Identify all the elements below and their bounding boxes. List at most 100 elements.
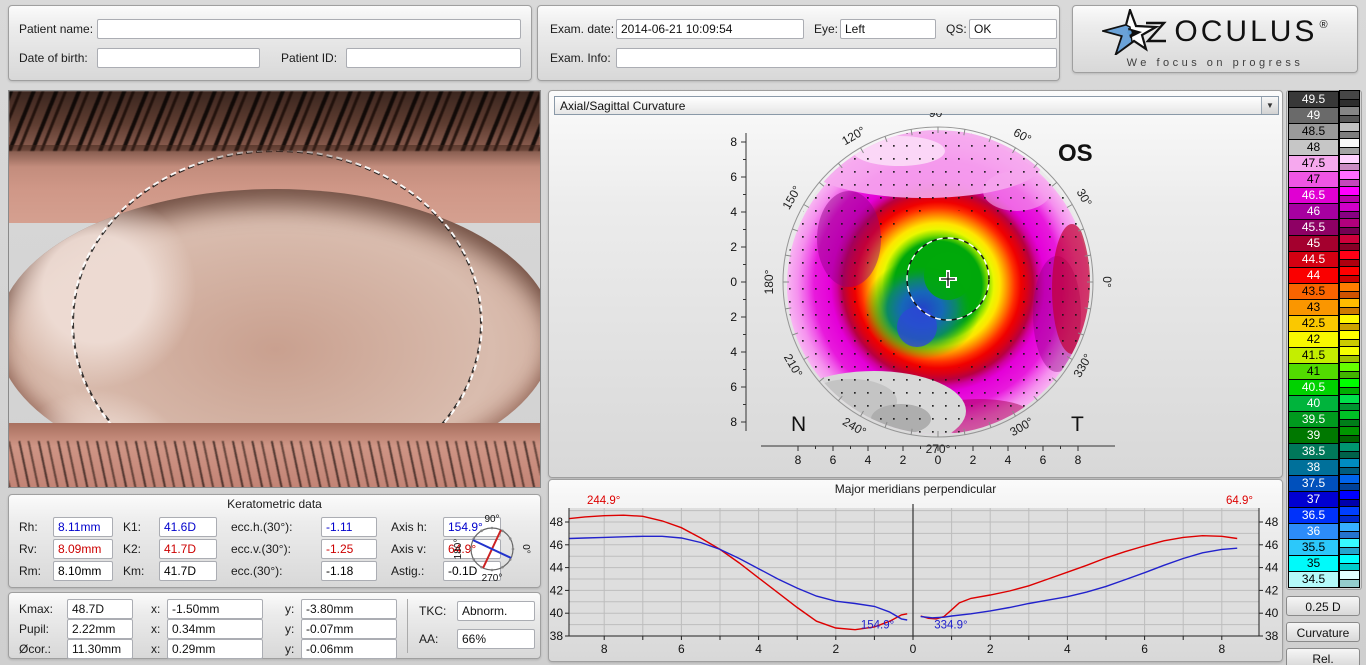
map-x-tick-label: 4 — [1005, 453, 1012, 467]
kerato-value-km[interactable] — [159, 561, 217, 581]
extra-x-value[interactable] — [167, 619, 263, 639]
extra-value[interactable] — [67, 639, 133, 659]
scale-value: 43 — [1288, 299, 1339, 316]
extra-label: Kmax: — [19, 602, 53, 616]
kerato-value-rh[interactable] — [53, 517, 113, 537]
extra-label: Øcor.: — [19, 642, 51, 656]
scale-value: 35.5 — [1288, 539, 1339, 556]
meridian-y-tick-label: 44 — [550, 561, 564, 575]
kerato-value-rm[interactable] — [53, 561, 113, 581]
side-value-aa[interactable] — [457, 629, 535, 649]
scale-value: 34.5 — [1288, 571, 1339, 588]
meridian-y-tick-label: 44 — [1265, 561, 1279, 575]
exam-info-box: Exam. date: Eye: QS: Exam. Info: — [537, 5, 1060, 81]
meridian-axis-annotation: 334.9° — [934, 620, 967, 632]
date-of-birth-input[interactable] — [97, 48, 260, 68]
scale-row: 34.5 — [1288, 572, 1360, 588]
kerato-value-ecc30[interactable] — [321, 561, 377, 581]
kerato-value-eccv30[interactable] — [321, 539, 377, 559]
meridian-y-tick-label: 40 — [550, 606, 564, 620]
keratometric-data-panel: Keratometric data Rh:K1:ecc.h.(30°):Axis… — [8, 494, 541, 588]
kerato-label: Rm: — [19, 564, 41, 578]
scale-value: 48 — [1288, 139, 1339, 156]
map-angle-label: 60° — [1011, 125, 1034, 146]
scale-value: 38.5 — [1288, 443, 1339, 460]
color-scale-rows: 49.54948.54847.54746.54645.54544.54443.5… — [1286, 90, 1362, 590]
kerato-value-k2[interactable] — [159, 539, 217, 559]
map-y-tick-label: 2 — [730, 310, 737, 324]
kerato-value-rv[interactable] — [53, 539, 113, 559]
map-type-dropdown-value: Axial/Sagittal Curvature — [555, 99, 1261, 113]
map-y-tick-label: 0 — [730, 275, 737, 289]
exam-info-label: Exam. Info: — [550, 51, 611, 65]
scale-value: 41 — [1288, 363, 1339, 380]
scale-value: 37 — [1288, 491, 1339, 508]
meridian-x-tick-label: 8 — [601, 642, 608, 656]
scale-value: 48.5 — [1288, 123, 1339, 140]
kerato-value-k1[interactable] — [159, 517, 217, 537]
scale-value: 49 — [1288, 107, 1339, 124]
x-label: x: — [151, 602, 160, 616]
kerato-value-ecch30[interactable] — [321, 517, 377, 537]
extra-x-value[interactable] — [167, 639, 263, 659]
curvature-button[interactable]: Curvature — [1286, 622, 1360, 642]
oculus-logo-box: OCULUS ® We focus on progress — [1072, 5, 1358, 73]
extra-label: Pupil: — [19, 622, 49, 636]
qs-input[interactable] — [969, 19, 1057, 39]
kerato-label: Rv: — [19, 542, 37, 556]
extra-y-value[interactable] — [301, 619, 397, 639]
chevron-down-icon[interactable]: ▼ — [1261, 97, 1278, 114]
extra-x-value[interactable] — [167, 599, 263, 619]
vertical-divider — [407, 599, 408, 653]
eye-label: Eye: — [814, 22, 838, 36]
meridian-power-chart: 383840404242444446464848864202468244.9°6… — [549, 494, 1284, 663]
exam-info-input[interactable] — [616, 48, 1057, 68]
meridian-y-tick-label: 46 — [550, 538, 564, 552]
map-y-tick-label: 8 — [730, 135, 737, 149]
qs-label: QS: — [946, 22, 967, 36]
x-label: x: — [151, 622, 160, 636]
scale-value: 47.5 — [1288, 155, 1339, 172]
scale-value: 36 — [1288, 523, 1339, 540]
compass-90-label: 90° — [484, 514, 499, 525]
exam-date-label: Exam. date: — [550, 22, 614, 36]
scale-value: 41.5 — [1288, 347, 1339, 364]
map-x-tick-label: 6 — [1040, 453, 1047, 467]
extra-value[interactable] — [67, 619, 133, 639]
eye-input[interactable] — [840, 19, 936, 39]
scale-value: 40 — [1288, 395, 1339, 412]
logo-brand-text: OCULUS — [1174, 15, 1317, 49]
meridian-y-tick-label: 38 — [1265, 629, 1279, 643]
patient-id-input[interactable] — [346, 48, 521, 68]
relative-button[interactable]: Rel. — [1286, 648, 1360, 665]
meridian-axis-annotation: 64.9° — [1226, 495, 1253, 507]
kerato-label: Km: — [123, 564, 144, 578]
exam-date-input[interactable] — [616, 19, 804, 39]
scale-halfstep-strip — [1339, 571, 1360, 588]
patient-name-label: Patient name: — [19, 22, 93, 36]
extra-y-value[interactable] — [301, 599, 397, 619]
y-label: y: — [285, 622, 294, 636]
step-button[interactable]: 0.25 D — [1286, 596, 1360, 616]
side-label: TKC: — [419, 604, 446, 618]
meridian-y-tick-label: 42 — [550, 583, 564, 597]
extra-value[interactable] — [67, 599, 133, 619]
map-angle-label: 180° — [762, 269, 776, 294]
scale-value: 49.5 — [1288, 91, 1339, 108]
meridian-x-tick-label: 4 — [755, 642, 762, 656]
y-label: y: — [285, 642, 294, 656]
scale-value: 37.5 — [1288, 475, 1339, 492]
y-label: y: — [285, 602, 294, 616]
map-angle-label: 90° — [929, 113, 947, 120]
patient-name-input[interactable] — [97, 19, 521, 39]
scale-value: 45.5 — [1288, 219, 1339, 236]
map-y-tick-label: 4 — [730, 205, 737, 219]
scale-value: 44 — [1288, 267, 1339, 284]
extra-y-value[interactable] — [301, 639, 397, 659]
eyelash-shadow — [9, 145, 540, 167]
measurement-summary-panel: Kmax:x:y:Pupil:x:y:Øcor.:x:y:TKC:AA: — [8, 592, 541, 659]
scale-value: 39 — [1288, 427, 1339, 444]
side-value-tkc[interactable] — [457, 601, 535, 621]
compass-270-label: 270° — [482, 573, 503, 583]
kerato-label: K1: — [123, 520, 141, 534]
